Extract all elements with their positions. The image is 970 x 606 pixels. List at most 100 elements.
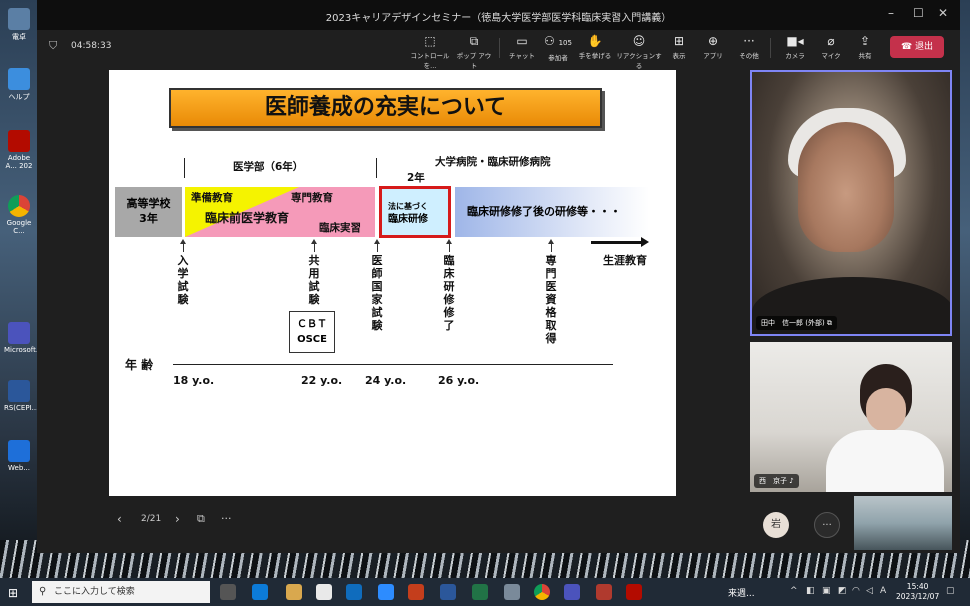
participant-name-tag: 田中 信一郎 (外部) ⧉ — [756, 316, 837, 330]
toolbar-separator — [499, 38, 500, 58]
camera-button[interactable]: ■◂ カメラ — [782, 34, 808, 60]
age-22: 22 y.o. — [301, 374, 343, 387]
apps-button[interactable]: ⊕ アプリ — [701, 34, 725, 60]
chrome-icon — [8, 195, 30, 217]
acrobat-icon — [8, 130, 30, 152]
participant-avatar[interactable]: 岩 — [763, 512, 789, 538]
more-button[interactable]: ··· その他 — [735, 34, 763, 60]
file-explorer-icon[interactable] — [286, 584, 302, 600]
windows-taskbar: ⊞ ⚲ ここに入力して検索 来週... ^ ◧ ▣ ◩ ◠ ◁ A 15:40 2… — [0, 578, 970, 606]
desktop-icon-help[interactable]: ヘルプ — [4, 68, 34, 102]
desktop-icon-teams[interactable]: Microsoft... — [4, 322, 43, 354]
edge-icon[interactable] — [252, 584, 268, 600]
mail-icon[interactable] — [346, 584, 362, 600]
bracket-line — [376, 158, 377, 178]
video-tile-room[interactable] — [854, 496, 952, 550]
chrome-icon[interactable] — [534, 584, 550, 600]
take-control-button[interactable]: ⬚ コントロールを... — [409, 34, 451, 70]
popout-button[interactable]: ⧉ ポップ アウト — [455, 34, 493, 70]
prev-slide-button[interactable]: ‹ — [117, 512, 122, 526]
view-icon: ⊞ — [673, 34, 685, 48]
slide-title: 医師養成の充実について — [169, 88, 602, 128]
tray-app-icon[interactable]: ◧ — [806, 586, 815, 596]
common-exam-label: 共用試験 — [308, 254, 320, 306]
meeting-timer: 04:58:33 — [71, 41, 112, 51]
age-label: 年 齢 — [125, 358, 154, 372]
desktop-icon-chrome[interactable]: Google C... — [4, 195, 34, 235]
close-icon[interactable]: ✕ — [938, 6, 948, 20]
desktop-icon-web[interactable]: Web... — [4, 440, 34, 472]
taskbar-clock[interactable]: 15:40 2023/12/07 — [896, 582, 939, 602]
age-18: 18 y.o. — [173, 374, 215, 387]
search-icon: ⚲ — [39, 586, 47, 597]
raise-hand-button[interactable]: ✋ 手を挙げる — [577, 34, 613, 60]
more-icon: ··· — [221, 512, 232, 525]
participant-face — [866, 388, 906, 432]
zoom-icon[interactable] — [378, 584, 394, 600]
participants-button[interactable]: ⚇ 105 参加者 — [542, 34, 574, 62]
slide-more-button[interactable]: ··· — [221, 512, 232, 525]
next-slide-button[interactable]: › — [175, 512, 180, 526]
clinical-training-box: 法に基づく 臨床研修 — [379, 186, 451, 238]
powerpoint-icon[interactable] — [408, 584, 424, 600]
more-participants-button[interactable]: ··· — [814, 512, 840, 538]
mic-button[interactable]: ⌀ マイク — [819, 34, 843, 60]
clinical-practice-label: 臨床実習 — [319, 222, 361, 234]
wifi-icon[interactable]: ◠ — [852, 586, 860, 596]
teams-icon[interactable] — [564, 584, 580, 600]
more-icon: ··· — [822, 520, 832, 531]
video-tile-speaker[interactable]: 田中 信一郎 (外部) ⧉ — [750, 70, 952, 336]
desktop-icon-word[interactable]: RS(CEPI... — [4, 380, 38, 412]
view-button[interactable]: ⊞ 表示 — [667, 34, 691, 60]
age-axis — [173, 364, 613, 365]
desktop-icon-acrobat[interactable]: Adobe A... 202 — [4, 130, 34, 170]
weather-widget[interactable]: 来週... — [728, 586, 755, 599]
lifelong-arrow — [591, 237, 649, 247]
task-view-icon[interactable] — [220, 584, 236, 600]
tray-app-icon[interactable]: ◩ — [838, 586, 847, 596]
presenter-icon: ⧉ — [826, 319, 832, 327]
after-training-box: 臨床研修修了後の研修等・・・ — [455, 187, 649, 237]
leave-button[interactable]: ☎ 退出 — [890, 36, 944, 58]
popout-icon: ⧉ — [469, 34, 479, 48]
mic-icon: ♪ — [789, 477, 794, 485]
slide-grid-button[interactable]: ⧉ — [197, 512, 205, 526]
specialty-label: 専門教育 — [291, 192, 333, 204]
volume-icon[interactable]: ◁ — [866, 586, 873, 596]
excel-icon[interactable] — [472, 584, 488, 600]
participant-count: 105 — [558, 39, 572, 47]
notification-icon[interactable]: ▢ — [946, 586, 955, 596]
tray-app-icon[interactable]: ▣ — [822, 586, 831, 596]
tick — [446, 239, 452, 252]
bracket-line — [184, 158, 185, 178]
app-icon[interactable] — [504, 584, 520, 600]
speaker-face — [798, 122, 894, 252]
react-button[interactable]: ☺ リアクションする — [615, 34, 663, 70]
word-icon[interactable] — [440, 584, 456, 600]
acrobat-icon[interactable] — [626, 584, 642, 600]
camera-icon: ■◂ — [786, 34, 804, 48]
minimize-icon[interactable]: – — [888, 6, 894, 20]
desktop-icon-calc[interactable]: 電卓 — [4, 8, 34, 42]
calc-icon — [8, 8, 30, 30]
tray-chevron-icon[interactable]: ^ — [790, 586, 798, 596]
control-icon: ⬚ — [424, 34, 436, 48]
chat-button[interactable]: ▭ チャット — [507, 34, 537, 60]
window-titlebar: 2023キャリアデザインセミナー（徳島大学医学部医学科臨床実習入門講義） – ☐… — [37, 0, 960, 30]
windows-start-icon[interactable]: ⊞ — [8, 586, 18, 600]
share-button[interactable]: ⇪ 共有 — [853, 34, 877, 60]
ime-indicator[interactable]: A — [880, 586, 886, 596]
shield-icon: ⛉ — [49, 39, 58, 52]
mic-off-icon: ⌀ — [827, 34, 835, 48]
phone-icon: ☎ — [900, 42, 913, 52]
video-tile-participant[interactable]: 西 京子 ♪ — [750, 342, 952, 492]
maximize-icon[interactable]: ☐ — [913, 6, 924, 20]
apps-icon: ⊕ — [707, 34, 719, 48]
training-done-label: 臨床研修修了 — [443, 254, 455, 332]
chevron-right-icon: › — [175, 512, 180, 526]
store-icon[interactable] — [316, 584, 332, 600]
app-icon[interactable] — [596, 584, 612, 600]
hospital-label: 大学病院・臨床研修病院 — [435, 156, 551, 168]
taskbar-search[interactable]: ⚲ ここに入力して検索 — [32, 581, 210, 603]
specialist-label: 専門医資格取得 — [545, 254, 557, 345]
